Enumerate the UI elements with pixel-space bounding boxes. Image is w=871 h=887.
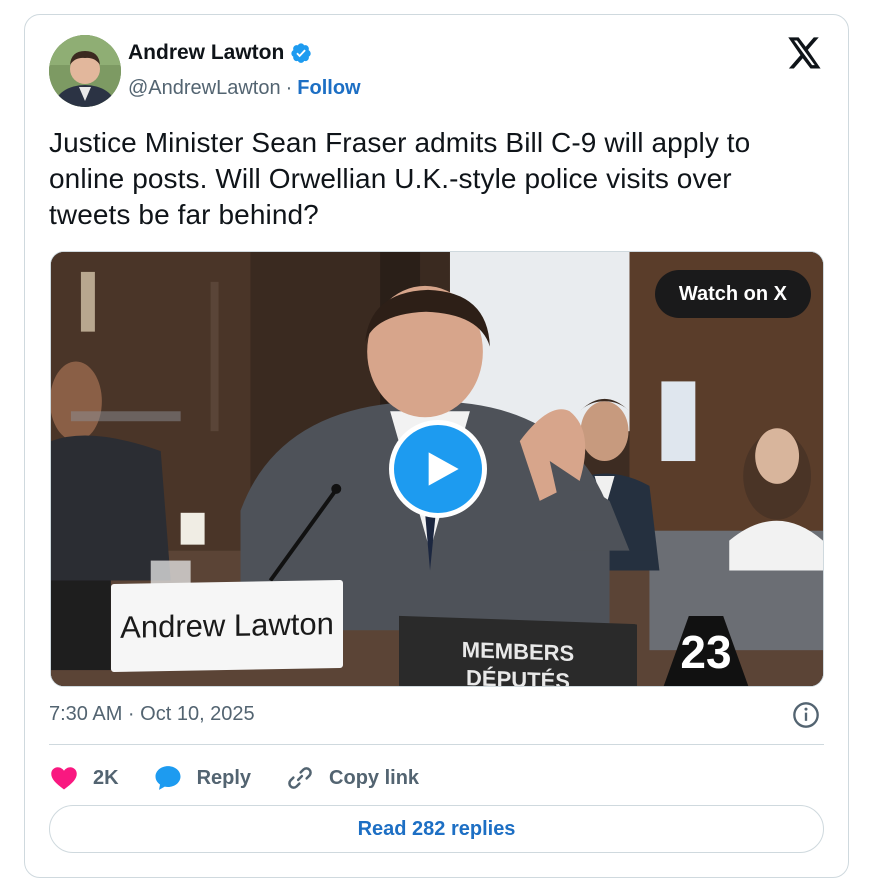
info-icon[interactable] bbox=[792, 701, 820, 729]
like-button[interactable]: 2K bbox=[49, 763, 119, 793]
x-logo-icon[interactable] bbox=[788, 37, 822, 69]
likes-count: 2K bbox=[93, 766, 119, 789]
reply-button[interactable]: Reply bbox=[153, 763, 251, 793]
author-handle-row: @AndrewLawton · Follow bbox=[128, 77, 361, 100]
author-name[interactable]: Andrew Lawton bbox=[128, 41, 284, 65]
handle-separator: · bbox=[285, 77, 293, 99]
author-handle[interactable]: @AndrewLawton bbox=[128, 77, 281, 100]
avatar-image bbox=[49, 35, 121, 107]
watch-on-x-button[interactable]: Watch on X bbox=[654, 270, 811, 318]
action-bar: 2K Reply Copy link bbox=[49, 761, 453, 795]
link-icon bbox=[288, 767, 312, 789]
play-icon bbox=[428, 452, 459, 486]
copy-link-label: Copy link bbox=[329, 766, 420, 789]
author-name-row: Andrew Lawton bbox=[128, 41, 312, 65]
tweet-text: Justice Minister Sean Fraser admits Bill… bbox=[49, 127, 751, 230]
tweet-timestamp[interactable]: 7:30 AM · Oct 10, 2025 bbox=[49, 703, 255, 726]
author-avatar[interactable] bbox=[49, 35, 121, 107]
play-button[interactable] bbox=[389, 420, 487, 518]
tweet-card: Andrew Lawton @AndrewLawton · Follow Jus… bbox=[24, 14, 849, 878]
divider bbox=[49, 744, 824, 745]
heart-icon bbox=[51, 767, 77, 790]
video-members-plate: MEMBERS DÉPUTÉS bbox=[399, 615, 637, 686]
follow-button[interactable]: Follow bbox=[297, 77, 360, 100]
copy-link-button[interactable]: Copy link bbox=[285, 763, 419, 793]
verified-badge-icon bbox=[291, 43, 312, 63]
read-replies-button[interactable]: Read 282 replies bbox=[49, 805, 824, 853]
reply-bubble-icon bbox=[155, 766, 181, 790]
reply-label: Reply bbox=[196, 766, 252, 789]
video-nameplate: Andrew Lawton bbox=[111, 579, 343, 673]
video-player[interactable]: Watch on X Andrew Lawton MEMBERS DÉPUTÉS… bbox=[50, 251, 824, 687]
